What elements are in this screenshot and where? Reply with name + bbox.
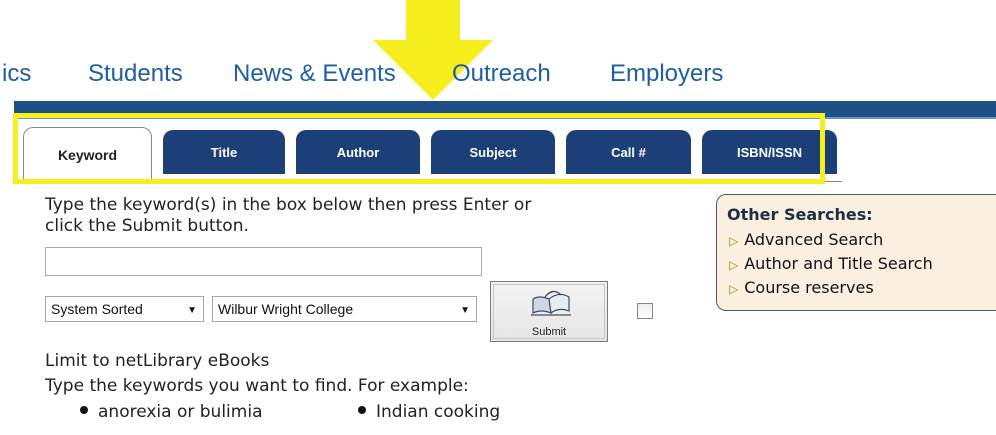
limit-checkbox[interactable] [637, 303, 653, 319]
chevron-down-icon: ▼ [187, 305, 197, 316]
instruction-line-2: click the Submit button. [45, 216, 249, 236]
triangle-right-icon: ▷ [729, 234, 739, 248]
triangle-right-icon: ▷ [729, 282, 739, 296]
triangle-right-icon: ▷ [729, 258, 739, 272]
other-search-author-title[interactable]: ▷ Author and Title Search [729, 254, 933, 273]
book-icon [531, 290, 571, 316]
sort-select[interactable]: System Sorted ▼ [45, 296, 204, 322]
other-searches-title: Other Searches: [727, 205, 873, 224]
example-intro: Type the keywords you want to find. For … [45, 376, 469, 396]
nav-item-news-events[interactable]: News & Events [233, 60, 396, 88]
other-search-advanced[interactable]: ▷ Advanced Search [729, 230, 883, 249]
sort-select-value: System Sorted [51, 301, 143, 317]
location-select[interactable]: Wilbur Wright College ▼ [212, 296, 477, 322]
location-select-value: Wilbur Wright College [218, 301, 354, 317]
other-search-course-reserves[interactable]: ▷ Course reserves [729, 278, 874, 297]
search-instructions: Type the keyword(s) in the box below the… [45, 195, 695, 237]
keyword-search-input[interactable] [45, 247, 482, 276]
top-navigation: ics Students News & Events Outreach Empl… [0, 60, 996, 100]
example-item: Indian cooking [358, 402, 500, 422]
chevron-down-icon: ▼ [460, 305, 470, 316]
other-searches-panel: Other Searches: ▷ Advanced Search ▷ Author… [716, 194, 996, 311]
nav-item-students[interactable]: Students [88, 60, 183, 88]
bullet-icon [358, 406, 366, 414]
nav-item-outreach[interactable]: Outreach [452, 60, 551, 88]
nav-item-academics[interactable]: ics [2, 60, 31, 88]
limit-netlibrary-label: Limit to netLibrary eBooks [45, 351, 270, 371]
instruction-line-1: Type the keyword(s) in the box below the… [45, 195, 532, 215]
example-item: anorexia or bulimia [80, 402, 262, 422]
tabs-highlight-box [13, 113, 825, 184]
nav-item-employers[interactable]: Employers [610, 60, 723, 88]
submit-label: Submit [531, 326, 567, 338]
submit-button[interactable]: Submit [490, 281, 608, 342]
bullet-icon [80, 406, 88, 414]
